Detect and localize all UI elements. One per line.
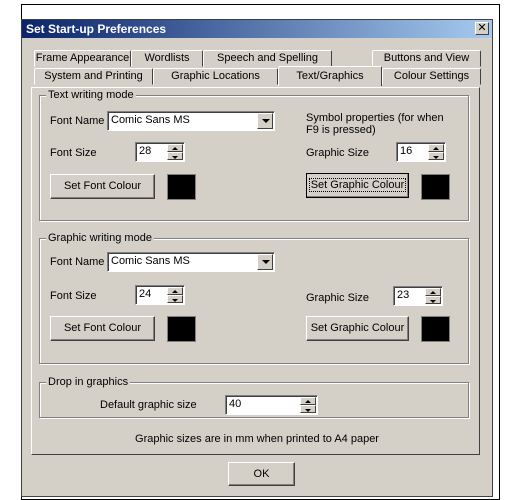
spin-up-icon[interactable] (428, 144, 444, 152)
tab-system-and-printing[interactable]: System and Printing (34, 68, 153, 85)
spin-buttons[interactable] (167, 287, 183, 303)
graphic-set-font-colour-button[interactable]: Set Font Colour (50, 316, 155, 341)
text-set-font-colour-button[interactable]: Set Font Colour (50, 174, 155, 199)
spin-up-icon[interactable] (167, 144, 183, 152)
spin-up-icon[interactable] (167, 287, 183, 295)
default-graphic-size-stepper[interactable]: 40 (225, 395, 318, 415)
graphic-font-size-label: Font Size (50, 290, 97, 302)
default-graphic-size-value: 40 (229, 398, 242, 410)
spin-down-icon[interactable] (425, 296, 441, 304)
tab-colour-settings[interactable]: Colour Settings (382, 68, 481, 85)
graphic-graphic-size-stepper[interactable]: 23 (393, 286, 443, 306)
graphic-font-name-label: Font Name (50, 256, 105, 268)
tab-row-back: Frame Appearance Wordlists Speech and Sp… (31, 50, 481, 68)
text-writing-mode-group: Text writing mode Font Name Comic Sans M… (39, 88, 469, 221)
window-title: Set Start-up Preferences (26, 22, 167, 36)
symbol-properties-note: Symbol properties (for when F9 is presse… (306, 112, 444, 136)
graphic-font-size-value: 24 (139, 288, 152, 300)
text-font-colour-swatch[interactable] (167, 174, 196, 200)
text-font-name-label: Font Name (50, 115, 105, 127)
text-graphic-size-label: Graphic Size (306, 147, 369, 159)
spin-up-icon[interactable] (300, 397, 316, 405)
graphic-font-name-select[interactable]: Comic Sans MS (107, 252, 275, 272)
text-set-graphic-colour-button[interactable]: Set Graphic Colour (306, 173, 409, 198)
spin-buttons[interactable] (428, 144, 444, 160)
chevron-down-icon[interactable] (257, 254, 273, 270)
spin-buttons[interactable] (425, 288, 441, 304)
close-button[interactable]: ✕ (475, 22, 489, 35)
tab-frame-appearance[interactable]: Frame Appearance (34, 50, 131, 67)
graphic-writing-mode-group: Graphic writing mode Font Name Comic San… (39, 231, 469, 364)
tab-buttons-and-view[interactable]: Buttons and View (372, 50, 481, 67)
drop-in-title: Drop in graphics (46, 375, 131, 389)
graphic-font-colour-swatch[interactable] (167, 316, 196, 342)
text-font-name-select[interactable]: Comic Sans MS (107, 111, 275, 131)
chevron-down-icon[interactable] (257, 113, 273, 129)
ok-button[interactable]: OK (228, 462, 295, 486)
spin-down-icon[interactable] (428, 152, 444, 160)
preferences-dialog: Set Start-up Preferences ✕ Frame Appeara… (21, 19, 493, 497)
graphic-set-graphic-colour-button[interactable]: Set Graphic Colour (306, 316, 409, 341)
graphic-graphic-size-label: Graphic Size (306, 292, 369, 304)
text-graphic-size-stepper[interactable]: 16 (396, 142, 446, 162)
graphic-graphic-colour-swatch[interactable] (421, 316, 450, 342)
text-graphic-size-value: 16 (400, 145, 413, 157)
tab-wordlists[interactable]: Wordlists (131, 50, 203, 67)
text-font-size-stepper[interactable]: 28 (135, 142, 185, 162)
text-font-size-value: 28 (139, 145, 152, 157)
graphic-graphic-size-value: 23 (397, 289, 410, 301)
spin-down-icon[interactable] (167, 295, 183, 303)
tab-graphic-locations[interactable]: Graphic Locations (153, 68, 278, 85)
graphic-font-size-stepper[interactable]: 24 (135, 285, 185, 305)
spin-up-icon[interactable] (425, 288, 441, 296)
tab-row-front: System and Printing Graphic Locations Te… (31, 66, 481, 86)
graphic-font-name-value: Comic Sans MS (111, 255, 190, 267)
spin-buttons[interactable] (167, 144, 183, 160)
spin-down-icon[interactable] (300, 405, 316, 413)
tab-text-graphics[interactable]: Text/Graphics (278, 66, 382, 86)
default-graphic-size-label: Default graphic size (100, 399, 197, 411)
text-set-graphic-colour-label: Set Graphic Colour (308, 178, 407, 192)
graphic-mode-title: Graphic writing mode (46, 231, 154, 245)
spin-down-icon[interactable] (167, 152, 183, 160)
spin-buttons[interactable] (300, 397, 316, 413)
text-graphic-colour-swatch[interactable] (421, 174, 450, 200)
drop-in-graphics-group: Drop in graphics Default graphic size 40 (39, 375, 469, 418)
tab-speech-and-spelling[interactable]: Speech and Spelling (203, 50, 332, 67)
text-font-name-value: Comic Sans MS (111, 114, 190, 126)
text-mode-title: Text writing mode (46, 88, 136, 102)
footnote: Graphic sizes are in mm when printed to … (135, 433, 379, 445)
title-bar: Set Start-up Preferences ✕ (22, 20, 492, 38)
text-font-size-label: Font Size (50, 147, 97, 159)
